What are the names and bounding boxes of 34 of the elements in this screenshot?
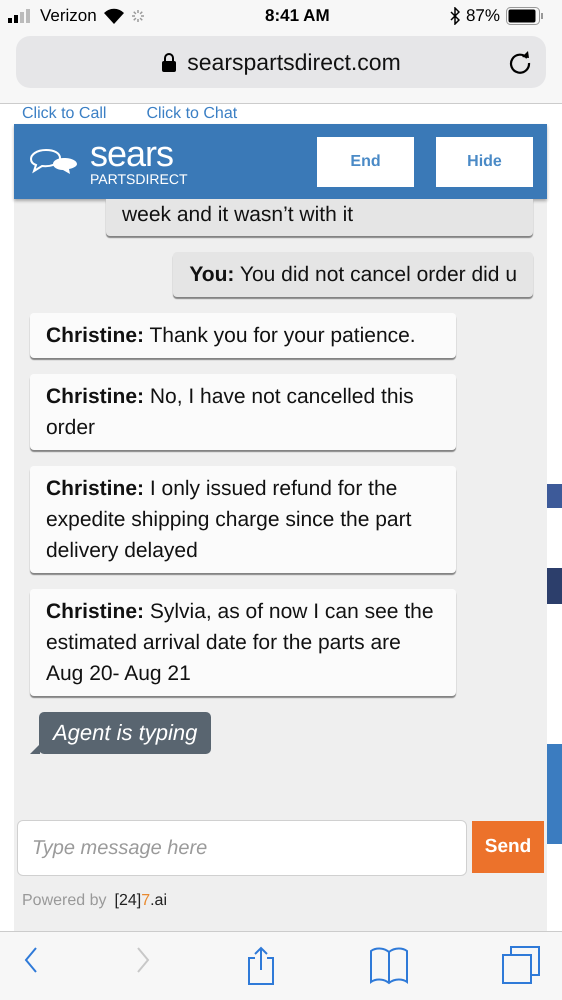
chat-message: week and it wasn’t with it: [106, 199, 533, 236]
bluetooth-icon: [450, 7, 460, 25]
battery-icon: [506, 7, 544, 25]
page-link[interactable]: Click to Chat: [146, 104, 238, 124]
vendor-logo: [24]7.ai: [114, 892, 167, 910]
chat-message: You: You did not cancel order did u: [173, 252, 533, 297]
chat-message: Christine: Sylvia, as of now I can see the estimated arrival date for the parts are Aug 20- Aug 21: [30, 589, 456, 696]
send-button[interactable]: Send: [472, 821, 544, 873]
page-fragment: [547, 484, 562, 508]
chat-message: Christine: I only issued refund for the expedite shipping charge since the part delivery delayed: [30, 466, 456, 573]
typing-indicator: Agent is typing: [30, 712, 212, 754]
hide-button[interactable]: Hide: [436, 136, 533, 186]
book-button[interactable]: [370, 946, 408, 986]
address-bar[interactable]: searspartsdirect.com: [16, 36, 546, 88]
page-fragment: [547, 568, 562, 604]
url-text: searspartsdirect.com: [187, 48, 401, 76]
spinner-icon: [130, 9, 145, 23]
chat-message: Christine: Thank you for your patience.: [30, 313, 456, 358]
powered-by-label: Powered by: [22, 892, 106, 910]
chat-bubbles-icon: [30, 148, 78, 176]
wifi-icon: [102, 8, 125, 24]
brand-subtitle: PARTSDIRECT: [90, 170, 188, 186]
lock-icon: [161, 52, 178, 72]
page-link[interactable]: Click to Call: [22, 104, 106, 124]
end-button[interactable]: End: [317, 136, 414, 186]
chat-message: Christine: No, I have not cancelled this order: [30, 374, 456, 450]
battery-percent: 87%: [466, 6, 500, 26]
reload-icon[interactable]: [508, 50, 532, 74]
message-input[interactable]: Type message here: [17, 820, 467, 876]
tabs-button[interactable]: [502, 946, 540, 986]
clock-time: 8:41 AM: [264, 6, 331, 26]
carrier-name: Verizon: [40, 6, 97, 26]
brand-name: sears: [90, 136, 174, 170]
share-button[interactable]: [246, 946, 276, 986]
